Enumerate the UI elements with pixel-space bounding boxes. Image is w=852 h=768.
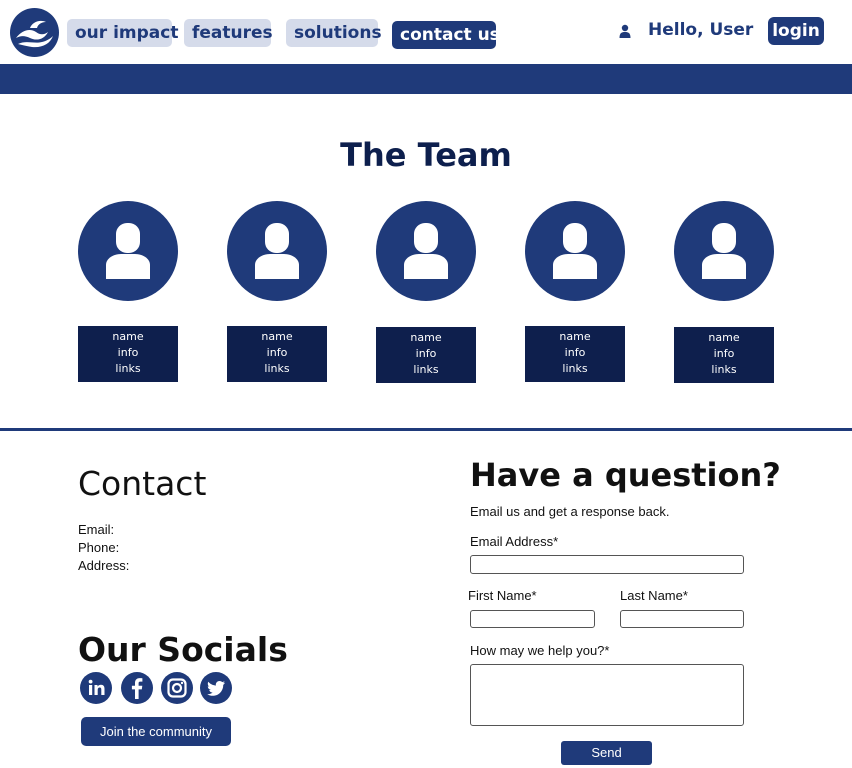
- user-icon: [619, 24, 631, 38]
- team-title: The Team: [340, 136, 512, 174]
- join-community-button[interactable]: Join the community: [81, 717, 231, 746]
- member-name[interactable]: name: [674, 330, 774, 346]
- team-member-avatar: [525, 201, 625, 301]
- login-button[interactable]: login: [768, 17, 824, 45]
- contact-heading: Contact: [78, 464, 207, 503]
- contact-address-label: Address:: [78, 558, 130, 573]
- team-member-avatar: [674, 201, 774, 301]
- team-member-avatar: [227, 201, 327, 301]
- instagram-icon[interactable]: [161, 672, 193, 704]
- member-name[interactable]: name: [227, 329, 327, 345]
- message-field[interactable]: [470, 664, 744, 726]
- nav-features[interactable]: features: [184, 19, 273, 47]
- team-member-card: name info links: [376, 327, 476, 383]
- send-button[interactable]: Send: [561, 741, 652, 765]
- team-member-card: name info links: [525, 326, 625, 382]
- team-member-card: name info links: [78, 326, 178, 382]
- last-name-field[interactable]: [620, 610, 744, 628]
- linkedin-icon[interactable]: [80, 672, 112, 704]
- member-links[interactable]: links: [227, 361, 327, 377]
- first-name-field-label: First Name*: [468, 588, 537, 603]
- member-name[interactable]: name: [525, 329, 625, 345]
- person-icon: [404, 223, 448, 279]
- member-name[interactable]: name: [78, 329, 178, 345]
- first-name-field[interactable]: [470, 610, 595, 628]
- socials-heading: Our Socials: [78, 630, 288, 669]
- member-info: info: [564, 346, 586, 359]
- section-divider: [0, 428, 852, 431]
- team-member-card: name info links: [674, 327, 774, 383]
- nav-our-impact[interactable]: our impact: [67, 19, 178, 47]
- wave-logo-icon[interactable]: [10, 8, 59, 57]
- person-icon: [255, 223, 299, 279]
- form-subheading: Email us and get a response back.: [470, 504, 670, 519]
- facebook-icon[interactable]: [121, 672, 153, 704]
- user-greeting: Hello, User: [648, 20, 754, 40]
- person-icon: [106, 223, 150, 279]
- team-member-card: name info links: [227, 326, 327, 382]
- twitter-icon[interactable]: [200, 672, 232, 704]
- member-links[interactable]: links: [78, 361, 178, 377]
- member-info: info: [415, 347, 437, 360]
- email-field[interactable]: [470, 555, 744, 574]
- member-info: info: [713, 347, 735, 360]
- member-info: info: [117, 346, 139, 359]
- member-info: info: [266, 346, 288, 359]
- form-heading: Have a question?: [470, 456, 781, 494]
- team-member-avatar: [376, 201, 476, 301]
- member-links[interactable]: links: [376, 362, 476, 378]
- last-name-field-label: Last Name*: [620, 588, 688, 603]
- nav-solutions[interactable]: solutions: [286, 19, 382, 47]
- contact-email-label: Email:: [78, 522, 115, 537]
- contact-phone-label: Phone:: [78, 540, 120, 555]
- email-field-label: Email Address*: [470, 534, 559, 549]
- person-icon: [702, 223, 746, 279]
- header-banner: [0, 64, 852, 94]
- member-links[interactable]: links: [674, 362, 774, 378]
- member-links[interactable]: links: [525, 361, 625, 377]
- team-member-avatar: [78, 201, 178, 301]
- member-name[interactable]: name: [376, 330, 476, 346]
- nav-contact-us[interactable]: contact us: [392, 21, 500, 49]
- message-field-label: How may we help you?*: [470, 643, 610, 658]
- person-icon: [553, 223, 597, 279]
